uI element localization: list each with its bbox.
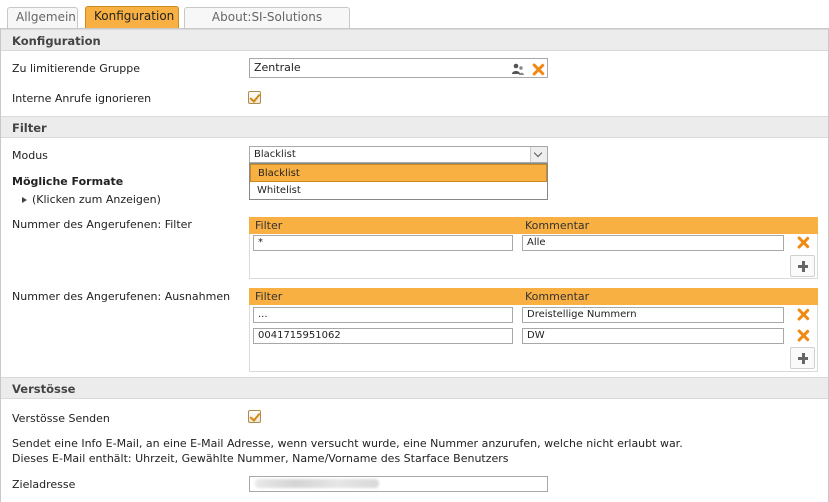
redacted-email xyxy=(255,479,379,488)
modus-value: Blacklist xyxy=(254,149,296,160)
interne-label: Interne Anrufe ignorieren xyxy=(12,92,152,105)
section-header-konfiguration: Konfiguration xyxy=(1,29,828,51)
formate-heading: Mögliche Formate xyxy=(12,175,124,188)
tab-about[interactable]: About:SI-Solutions GmbH xyxy=(184,7,350,43)
senden-label: Verstösse Senden xyxy=(12,412,110,425)
remove-filter-row-1-icon[interactable] xyxy=(796,235,810,249)
modus-select[interactable]: Blacklist xyxy=(249,146,548,163)
section-header-verstoesse: Verstösse xyxy=(1,377,828,399)
info-text-line-1: Sendet eine Info E-Mail, an eine E-Mail … xyxy=(12,437,683,450)
ausnahmen-row-2-filter[interactable]: 0041715951062 xyxy=(253,328,513,344)
add-filter-row-button[interactable] xyxy=(790,255,815,277)
gruppe-value: Zentrale xyxy=(254,61,301,74)
expand-triangle-icon xyxy=(22,197,27,203)
section-header-filter: Filter xyxy=(1,116,828,138)
clear-gruppe-icon[interactable] xyxy=(531,62,545,76)
add-ausnahmen-row-button[interactable] xyxy=(790,347,815,369)
ausnahmen-row-1-filter[interactable]: ... xyxy=(253,307,513,323)
modus-dropdown: Blacklist Whitelist xyxy=(249,163,548,200)
modus-option-whitelist[interactable]: Whitelist xyxy=(250,182,547,200)
tab-allgemein[interactable]: Allgemein xyxy=(7,7,78,28)
gruppe-label: Zu limitierende Gruppe xyxy=(12,62,141,75)
modus-label: Modus xyxy=(12,149,48,162)
chevron-down-icon[interactable] xyxy=(530,147,547,162)
filter-row-1-kommentar[interactable]: Alle xyxy=(522,235,784,251)
interne-checkbox[interactable] xyxy=(248,91,261,104)
users-icon[interactable] xyxy=(511,62,525,76)
angerufen-filter-label: Nummer des Angerufenen: Filter xyxy=(12,218,192,231)
ausnahmen-row-2-kommentar[interactable]: DW xyxy=(522,328,784,344)
ausnahmen-row-1-kommentar[interactable]: Dreistellige Nummern xyxy=(522,307,784,323)
senden-checkbox[interactable] xyxy=(248,410,261,423)
ausnahmen-col-header-kommentar: Kommentar xyxy=(519,288,818,305)
filter-row-1-filter[interactable]: * xyxy=(253,235,513,251)
modus-option-blacklist[interactable]: Blacklist xyxy=(250,164,547,182)
gruppe-field[interactable]: Zentrale xyxy=(249,58,548,78)
ausnahmen-col-header-filter: Filter xyxy=(249,288,519,305)
formate-toggle[interactable]: (Klicken zum Anzeigen) xyxy=(22,193,161,206)
filter-col-header-filter: Filter xyxy=(249,217,519,234)
formate-toggle-label: (Klicken zum Anzeigen) xyxy=(32,193,161,206)
tab-konfiguration[interactable]: Konfiguration xyxy=(85,6,179,28)
remove-ausnahmen-row-1-icon[interactable] xyxy=(796,307,810,321)
tab-bar: Allgemein Konfiguration About:SI-Solutio… xyxy=(0,0,829,43)
zieladresse-label: Zieladresse xyxy=(12,478,76,491)
remove-ausnahmen-row-2-icon[interactable] xyxy=(796,328,810,342)
angerufen-ausnahmen-label: Nummer des Angerufenen: Ausnahmen xyxy=(12,290,231,303)
filter-col-header-kommentar: Kommentar xyxy=(519,217,818,234)
info-text-line-2: Dieses E-Mail enthält: Uhrzeit, Gewählte… xyxy=(12,452,509,465)
